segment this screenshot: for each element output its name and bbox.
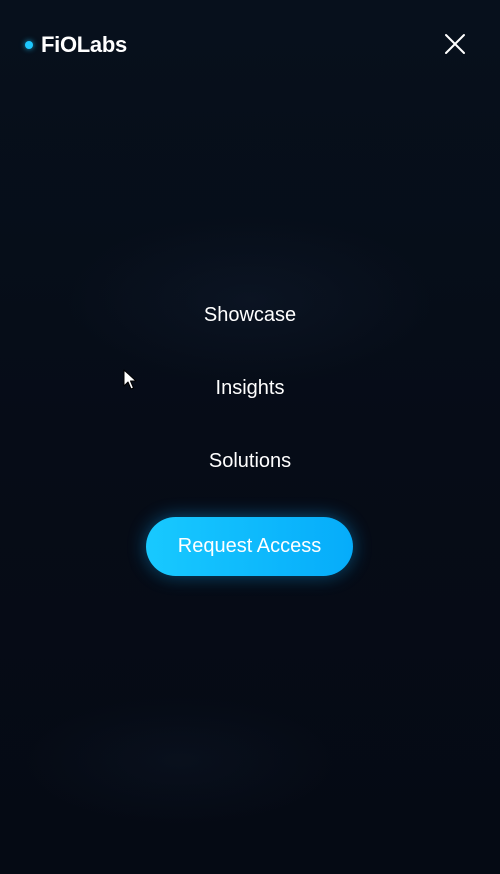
request-access-button[interactable]: Request Access xyxy=(146,517,353,576)
nav-item-solutions[interactable]: Solutions xyxy=(0,446,500,476)
brand-dot-icon xyxy=(25,41,33,49)
menu-overlay xyxy=(0,0,500,874)
brand-logo[interactable]: FiOLabs xyxy=(25,31,127,59)
mouse-pointer-icon xyxy=(123,369,137,390)
close-menu-button[interactable] xyxy=(438,27,472,61)
nav-item-showcase[interactable]: Showcase xyxy=(0,300,500,330)
header: FiOLabs xyxy=(0,0,500,90)
brand-name: FiOLabs xyxy=(41,32,127,57)
close-icon xyxy=(445,34,465,54)
nav-item-insights[interactable]: Insights xyxy=(0,373,500,403)
